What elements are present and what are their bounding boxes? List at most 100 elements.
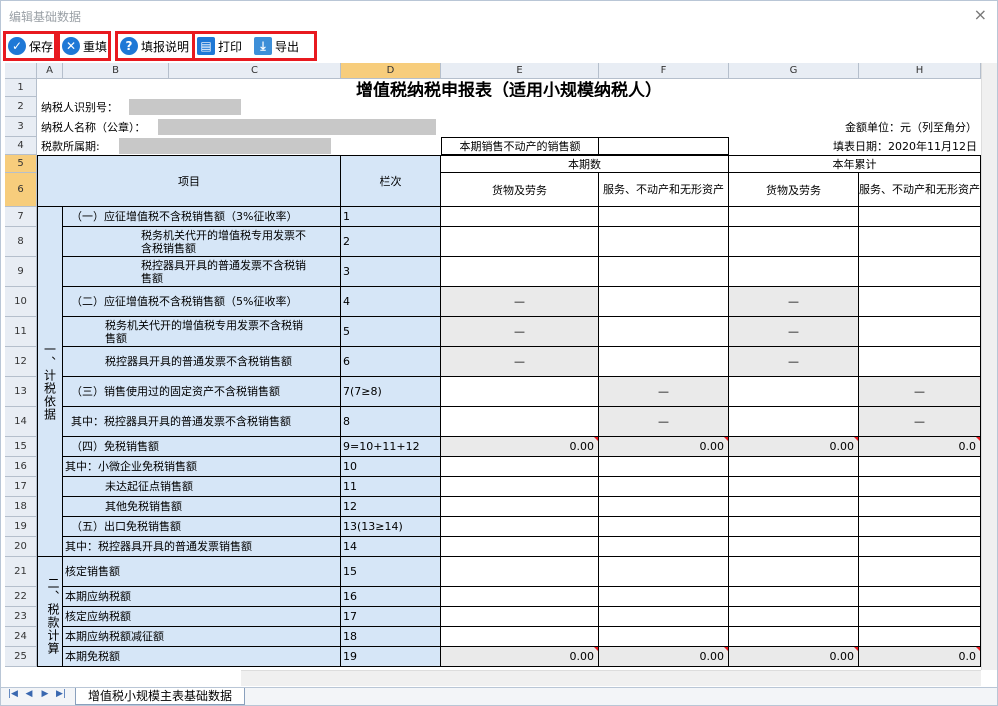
cell-g-7[interactable]	[729, 377, 859, 407]
cell-e-18[interactable]	[441, 627, 599, 647]
cell-f-13[interactable]	[599, 517, 729, 537]
export-button[interactable]: 导出	[275, 38, 299, 55]
cell-e-2[interactable]	[441, 227, 599, 257]
cell-f-17[interactable]	[599, 607, 729, 627]
row-header-8[interactable]: 8	[5, 227, 37, 257]
row-header-15[interactable]: 15	[5, 437, 37, 457]
sheet-tab[interactable]: 增值税小规模主表基础数据	[75, 688, 246, 705]
taxpayer-id-value[interactable]	[129, 99, 241, 115]
cell-h-6[interactable]	[859, 347, 981, 377]
cell-g-12[interactable]	[729, 497, 859, 517]
cell-f-6[interactable]	[599, 347, 729, 377]
row-header-1[interactable]: 1	[5, 79, 37, 97]
save-button[interactable]: ✓ 保存	[3, 31, 57, 61]
column-header-E[interactable]: E	[441, 63, 599, 79]
row-header-10[interactable]: 10	[5, 287, 37, 317]
cell-h-5[interactable]	[859, 317, 981, 347]
cell-g-15[interactable]	[729, 557, 859, 587]
print-button[interactable]: 打印	[218, 38, 242, 55]
cell-h-2[interactable]	[859, 227, 981, 257]
row-header-4[interactable]: 4	[5, 137, 37, 155]
row-header-11[interactable]: 11	[5, 317, 37, 347]
cell-e-13[interactable]	[441, 517, 599, 537]
row-header-7[interactable]: 7	[5, 207, 37, 227]
first-sheet-icon[interactable]: |◀	[7, 689, 19, 703]
column-header-C[interactable]: C	[169, 63, 341, 79]
prev-sheet-icon[interactable]: ◀	[23, 689, 35, 703]
row-header-19[interactable]: 19	[5, 517, 37, 537]
cell-f-14[interactable]	[599, 537, 729, 557]
cell-e-7[interactable]	[441, 377, 599, 407]
column-header-D[interactable]: D	[341, 63, 441, 79]
row-header-5[interactable]: 5	[5, 155, 37, 173]
row-header-14[interactable]: 14	[5, 407, 37, 437]
cell-g-8[interactable]	[729, 407, 859, 437]
cell-f-16[interactable]	[599, 587, 729, 607]
cell-h-15[interactable]	[859, 557, 981, 587]
last-sheet-icon[interactable]: ▶|	[55, 689, 67, 703]
cell-e-16[interactable]	[441, 587, 599, 607]
cell-f-3[interactable]	[599, 257, 729, 287]
cell-g-18[interactable]	[729, 627, 859, 647]
cell-g-17[interactable]	[729, 607, 859, 627]
reset-button[interactable]: ✕ 重填	[57, 31, 111, 61]
cell-g-13[interactable]	[729, 517, 859, 537]
cell-g-3[interactable]	[729, 257, 859, 287]
row-header-6[interactable]: 6	[5, 173, 37, 207]
cell-f-15[interactable]	[599, 557, 729, 587]
column-header-A[interactable]: A	[37, 63, 63, 79]
cell-h-17[interactable]	[859, 607, 981, 627]
spreadsheet[interactable]: A B C D E F G H 1 2 3 4 5 6 7 8 9 10 11 12 13 14 15 16 17 18 19 20 2…	[5, 63, 981, 670]
row-header-25[interactable]: 25	[5, 647, 37, 667]
cell-f-4[interactable]	[599, 287, 729, 317]
cell-e-3[interactable]	[441, 257, 599, 287]
tax-period-value[interactable]	[119, 138, 331, 154]
row-header-24[interactable]: 24	[5, 627, 37, 647]
cell-f-11[interactable]	[599, 477, 729, 497]
cell-h-4[interactable]	[859, 287, 981, 317]
help-button[interactable]: ? 填报说明	[115, 31, 195, 61]
cell-e-10[interactable]	[441, 457, 599, 477]
row-header-21[interactable]: 21	[5, 557, 37, 587]
cell-e-15[interactable]	[441, 557, 599, 587]
cell-g-1[interactable]	[729, 207, 859, 227]
cell-f-2[interactable]	[599, 227, 729, 257]
vertical-scrollbar[interactable]	[981, 63, 997, 670]
next-sheet-icon[interactable]: ▶	[39, 689, 51, 703]
row-header-3[interactable]: 3	[5, 117, 37, 137]
cell-f-10[interactable]	[599, 457, 729, 477]
row-header-23[interactable]: 23	[5, 607, 37, 627]
column-header-H[interactable]: H	[859, 63, 981, 79]
cell-h-18[interactable]	[859, 627, 981, 647]
cell-g-2[interactable]	[729, 227, 859, 257]
cell-h-12[interactable]	[859, 497, 981, 517]
taxpayer-name-value[interactable]	[158, 119, 436, 135]
row-header-17[interactable]: 17	[5, 477, 37, 497]
column-header-G[interactable]: G	[729, 63, 859, 79]
row-header-2[interactable]: 2	[5, 97, 37, 117]
cell-f-5[interactable]	[599, 317, 729, 347]
cell-g-11[interactable]	[729, 477, 859, 497]
cell-g-14[interactable]	[729, 537, 859, 557]
column-header-F[interactable]: F	[599, 63, 729, 79]
cell-h-1[interactable]	[859, 207, 981, 227]
sheet-corner[interactable]	[5, 63, 37, 79]
column-header-B[interactable]: B	[63, 63, 169, 79]
cell-f-1[interactable]	[599, 207, 729, 227]
cell-e-1[interactable]	[441, 207, 599, 227]
cell-h-14[interactable]	[859, 537, 981, 557]
cell-g-16[interactable]	[729, 587, 859, 607]
row-header-18[interactable]: 18	[5, 497, 37, 517]
cell-g-10[interactable]	[729, 457, 859, 477]
horizontal-scrollbar[interactable]	[241, 670, 981, 686]
cell-h-10[interactable]	[859, 457, 981, 477]
cell-e-17[interactable]	[441, 607, 599, 627]
row-header-13[interactable]: 13	[5, 377, 37, 407]
cell-h-3[interactable]	[859, 257, 981, 287]
row-header-16[interactable]: 16	[5, 457, 37, 477]
cell-e-14[interactable]	[441, 537, 599, 557]
row-header-22[interactable]: 22	[5, 587, 37, 607]
cell-h-11[interactable]	[859, 477, 981, 497]
property-sales-input[interactable]	[599, 137, 729, 155]
cell-e-8[interactable]	[441, 407, 599, 437]
